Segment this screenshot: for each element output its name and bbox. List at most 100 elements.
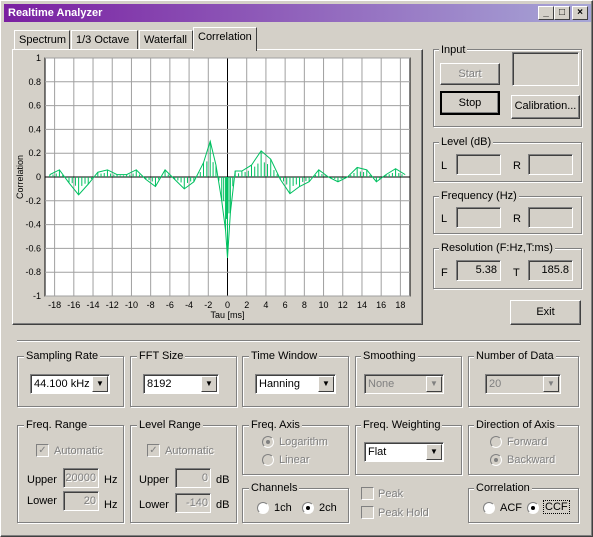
freq-range-automatic-checkbox[interactable]: ✓ [36, 444, 49, 457]
level-range-lower-field[interactable]: -140 [175, 493, 211, 513]
calibration-button[interactable]: Calibration... [511, 95, 580, 119]
minimize-button[interactable]: _ [538, 6, 554, 20]
x-tick-label: -18 [48, 300, 61, 310]
x-tick-label: -6 [166, 300, 174, 310]
level-group-label: Level (dB) [439, 136, 494, 148]
x-tick-label: -4 [185, 300, 193, 310]
correlation-acf-radio[interactable] [483, 502, 495, 514]
chevron-down-icon[interactable]: ▼ [426, 444, 442, 460]
level-range-lower-unit: dB [216, 499, 230, 511]
smoothing-select[interactable]: None ▼ [364, 374, 444, 394]
correlation-label: Correlation [474, 482, 532, 494]
x-tick-label: 18 [395, 300, 405, 310]
number-of-data-select[interactable]: 20 ▼ [485, 374, 561, 394]
close-button[interactable]: × [572, 6, 588, 20]
channels-label: Channels [249, 482, 300, 494]
y-tick-label: 1 [36, 53, 41, 63]
freq-axis-label: Freq. Axis [249, 419, 302, 431]
level-range-automatic-label: Automatic [165, 445, 214, 457]
fft-size-label: FFT Size [137, 350, 186, 362]
y-tick-label: 0.4 [28, 124, 41, 134]
chart-svg: -18 -16 -14 -12 -10 -8 -6 -4 -2 0 2 4 6 8 10 12 14 16 18-1… [15, 53, 411, 320]
y-tick-label: 0.8 [28, 77, 41, 87]
freq-axis-logarithm-radio[interactable] [262, 436, 274, 448]
y-tick-label: -0.4 [25, 220, 41, 230]
y-tick-label: -0.2 [25, 196, 41, 206]
sampling-rate-select[interactable]: 44.100 kHz ▼ [30, 374, 110, 394]
freq-range-lower-label: Lower [27, 495, 57, 507]
x-tick-label: 2 [244, 300, 249, 310]
x-tick-label: 12 [338, 300, 348, 310]
direction-of-axis-group [468, 425, 579, 475]
number-of-data-value: 20 [489, 378, 502, 390]
x-tick-label: 0 [225, 300, 230, 310]
level-range-automatic-checkbox[interactable]: ✓ [147, 444, 160, 457]
peak-checkbox[interactable] [361, 487, 374, 500]
window-title: Realtime Analyzer [8, 7, 103, 19]
channels-2ch-radio[interactable] [302, 502, 314, 514]
stop-button[interactable]: Stop [440, 91, 500, 115]
x-tick-label: -10 [125, 300, 138, 310]
level-range-upper-label: Upper [139, 474, 169, 486]
freq-range-label: Freq. Range [24, 419, 90, 431]
x-tick-label: -14 [87, 300, 100, 310]
chevron-down-icon[interactable]: ▼ [543, 376, 559, 392]
smoothing-label: Smoothing [361, 350, 418, 362]
maximize-button[interactable]: □ [554, 6, 570, 20]
main-window: Realtime Analyzer _ □ × Spectrum 1/3 Oct… [0, 0, 593, 537]
tab-waterfall[interactable]: Waterfall [139, 30, 193, 50]
resolution-f-label: F [441, 267, 448, 279]
chevron-down-icon[interactable]: ▼ [92, 376, 108, 392]
level-range-upper-field[interactable]: 0 [175, 468, 211, 488]
freq-weighting-label: Freq. Weighting [361, 419, 443, 431]
correlation-ccf-radio[interactable] [527, 502, 539, 514]
y-tick-label: -0.6 [25, 243, 41, 253]
resolution-t-field: 185.8 [528, 260, 573, 281]
frequency-group-label: Frequency (Hz) [439, 190, 519, 202]
tab-correlation[interactable]: Correlation [193, 27, 257, 51]
freq-axis-group [242, 425, 349, 475]
frequency-r-label: R [513, 213, 521, 225]
fft-size-value: 8192 [147, 378, 172, 390]
number-of-data-label: Number of Data [474, 350, 556, 362]
freq-range-lower-unit: Hz [104, 499, 118, 511]
chevron-down-icon[interactable]: ▼ [318, 376, 334, 392]
direction-backward-radio[interactable] [490, 454, 502, 466]
fft-size-select[interactable]: 8192 ▼ [143, 374, 219, 394]
y-tick-label: 0.6 [28, 101, 41, 111]
separator [17, 340, 580, 342]
time-window-select[interactable]: Hanning ▼ [255, 374, 336, 394]
peak-hold-label: Peak Hold [378, 507, 429, 519]
sampling-rate-label: Sampling Rate [24, 350, 101, 362]
peak-hold-checkbox[interactable] [361, 506, 374, 519]
level-r-field [528, 154, 573, 175]
x-tick-label: 16 [376, 300, 386, 310]
time-window-value: Hanning [259, 378, 300, 390]
freq-range-lower-field[interactable]: 20 [63, 491, 99, 511]
direction-backward-label: Backward [507, 454, 556, 466]
exit-button[interactable]: Exit [510, 300, 581, 325]
freq-range-automatic-label: Automatic [54, 445, 103, 457]
tab-spectrum[interactable]: Spectrum [14, 30, 70, 50]
level-l-label: L [441, 160, 448, 172]
x-tick-label: 6 [283, 300, 288, 310]
freq-range-upper-unit: Hz [104, 474, 118, 486]
direction-forward-radio[interactable] [490, 436, 502, 448]
start-button[interactable]: Start [440, 63, 500, 85]
x-tick-label: -8 [147, 300, 155, 310]
level-range-label: Level Range [137, 419, 203, 431]
tab-third-octave[interactable]: 1/3 Octave [71, 30, 138, 50]
freq-axis-linear-radio[interactable] [262, 454, 274, 466]
channels-1ch-radio[interactable] [257, 502, 269, 514]
title-bar: Realtime Analyzer [4, 4, 591, 22]
frequency-r-field [528, 207, 573, 228]
direction-of-axis-label: Direction of Axis [474, 419, 557, 431]
freq-weighting-select[interactable]: Flat ▼ [364, 442, 444, 462]
direction-forward-label: Forward [507, 436, 548, 448]
chevron-down-icon[interactable]: ▼ [426, 376, 442, 392]
chevron-down-icon[interactable]: ▼ [201, 376, 217, 392]
freq-range-upper-field[interactable]: 20000 [63, 468, 99, 488]
level-range-lower-label: Lower [139, 499, 169, 511]
frequency-l-label: L [441, 213, 448, 225]
level-l-field [456, 154, 501, 175]
